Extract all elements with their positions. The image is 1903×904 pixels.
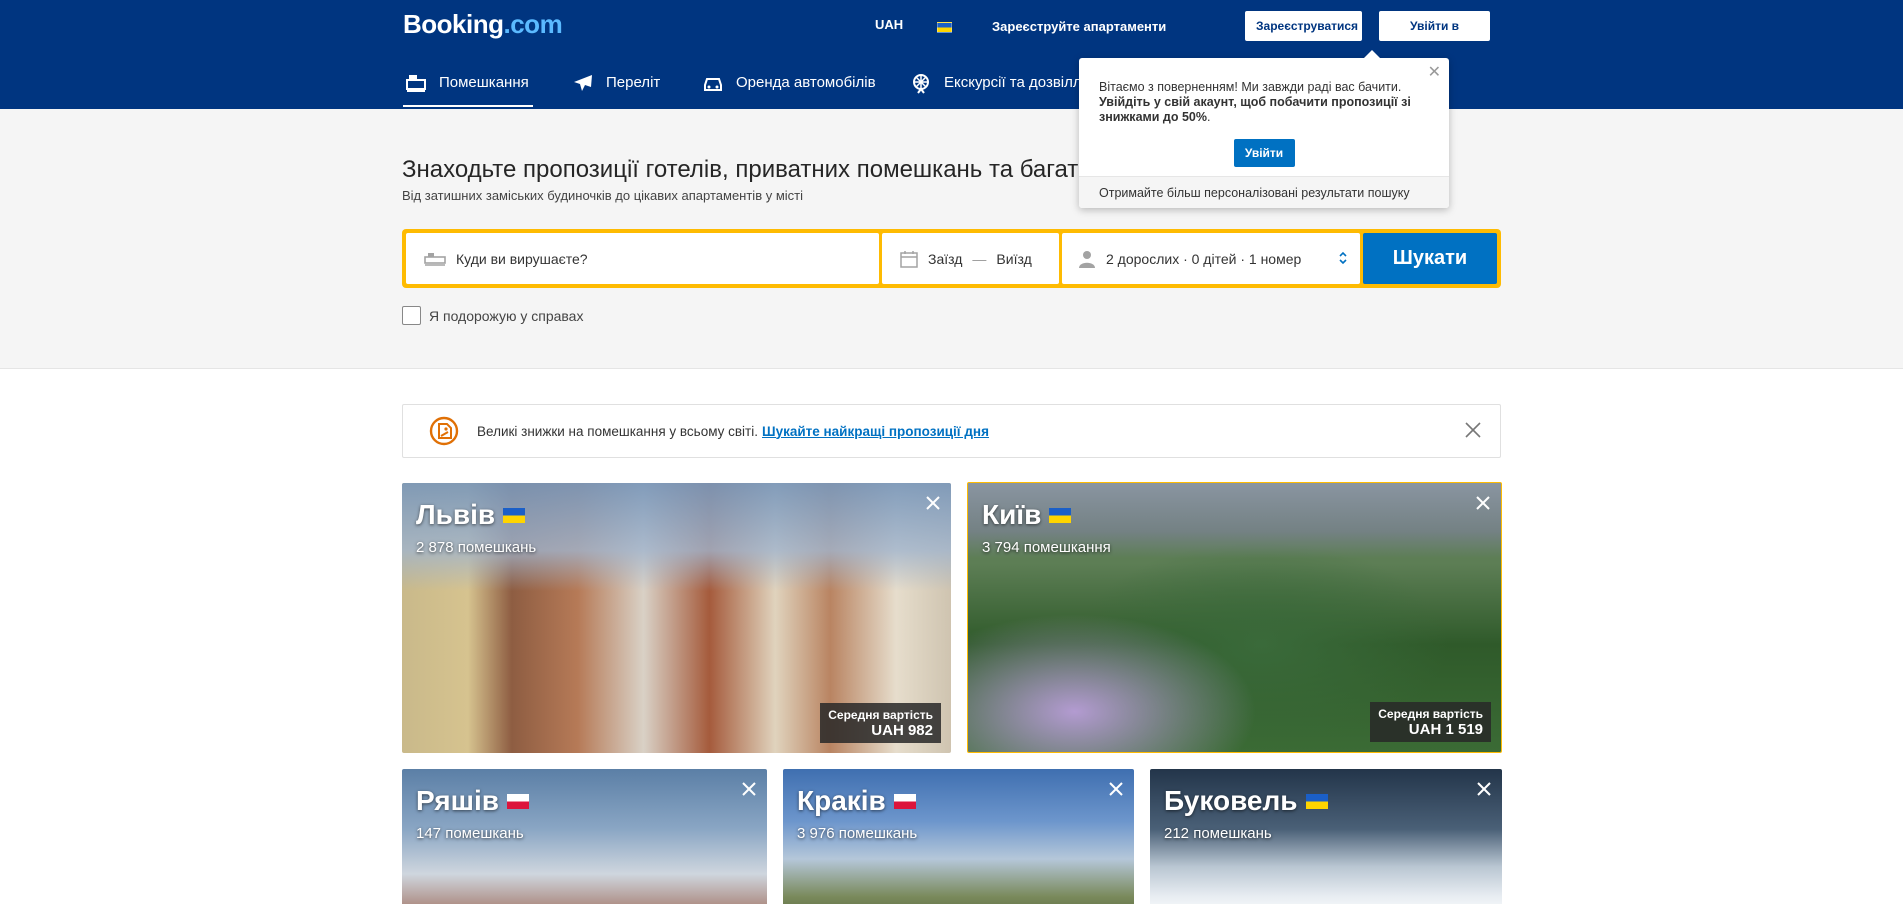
sign-in-popup: ✕ Вітаємо з поверненням! Ми завжди раді … [1079,50,1449,208]
property-count: 3 794 помешкання [982,539,1111,556]
destination-card-lviv[interactable]: Львів 2 878 помешкань Середня вартість U… [402,483,951,753]
average-price-label: Середня вартість [828,708,933,722]
currency-selector[interactable]: UAH [875,17,903,32]
tab-attractions[interactable]: Екскурсії та дозвілля [908,56,1090,109]
bed-icon [403,70,429,96]
login-button[interactable]: Увійти в акаунт [1379,11,1490,61]
guests-summary: 2 дорослих · 0 дітей · 1 номер [1106,250,1302,267]
header: Booking.com UAH Зареєструйте апартаменти… [0,0,1903,109]
average-price-value: UAH 1 519 [1408,721,1483,738]
plane-icon [570,70,596,96]
average-price-badge: Середня вартість UAH 1 519 [1370,702,1491,742]
search-bar: Куди ви вирушаєте? Заїзд — Виїзд 2 дорос… [402,229,1501,288]
bed-icon [424,251,446,267]
tab-car-rental[interactable]: Оренда автомобілів [700,56,876,109]
close-icon[interactable] [925,495,941,514]
card-title: Ряшів [416,785,529,817]
property-count: 212 помешкань [1164,825,1272,842]
calendar-icon [900,250,918,268]
destination-card-krakow[interactable]: Краків 3 976 помешкань [783,769,1134,904]
page-subtitle: Від затишних заміських будиночків до цік… [402,188,803,203]
deals-banner: Великі знижки на помешкання у всьому сві… [402,404,1501,458]
tab-stays-label: Помешкання [439,74,529,91]
property-count: 2 878 помешкань [416,539,537,556]
popup-greeting: Вітаємо з поверненням! Ми завжди раді ва… [1099,80,1402,94]
ukraine-flag-icon [1049,507,1072,523]
destination-card-bukovel[interactable]: Буковель 212 помешкань [1150,769,1502,904]
card-title: Київ [982,499,1072,531]
date-picker[interactable]: Заїзд — Виїзд [882,233,1059,284]
average-price-badge: Середня вартість UAH 982 [820,703,941,743]
business-trip-option[interactable]: Я подорожую у справах [402,306,583,325]
search-button[interactable]: Шукати [1363,233,1497,284]
list-property-link[interactable]: Зареєструйте апартаменти [992,19,1166,34]
popup-sign-in-button[interactable]: Увійти [1233,139,1295,167]
tab-stays[interactable]: Помешкання [403,56,533,109]
destination-input[interactable]: Куди ви вирушаєте? [406,233,879,284]
card-title: Краків [797,785,916,817]
car-icon [700,70,726,96]
business-trip-label: Я подорожую у справах [429,307,584,324]
ukraine-flag-icon [937,21,952,33]
average-price-value: UAH 982 [871,722,933,739]
checkin-label: Заїзд [928,250,963,267]
property-count: 147 помешкань [416,825,524,842]
card-title: Львів [416,499,526,531]
deal-text: Великі знижки на помешкання у всьому сві… [477,424,989,439]
destination-placeholder: Куди ви вирушаєте? [456,250,588,267]
language-selector[interactable] [937,18,952,34]
destination-card-kyiv[interactable]: Київ 3 794 помешкання Середня вартість U… [967,482,1502,753]
ferris-wheel-icon [908,70,934,96]
guests-selector[interactable]: 2 дорослих · 0 дітей · 1 номер [1062,233,1360,284]
tab-flights-label: Переліт [606,74,661,91]
close-icon[interactable]: ✕ [1428,62,1441,82]
ukraine-flag-icon [503,507,526,523]
business-trip-checkbox[interactable] [402,306,421,325]
deal-description: Великі знижки на помешкання у всьому сві… [477,423,758,439]
register-button[interactable]: Зареєструватися [1245,11,1362,41]
close-icon[interactable] [1108,781,1124,800]
close-icon[interactable] [1464,421,1482,442]
checkout-label: Виїзд [996,250,1032,267]
ukraine-flag-icon [1305,793,1328,809]
chevron-updown-icon [1338,251,1348,265]
card-title: Буковель [1164,785,1328,817]
popup-cta-tail: . [1206,110,1211,124]
close-icon[interactable] [1475,495,1491,514]
average-price-label: Середня вартість [1378,707,1483,721]
tab-flights[interactable]: Переліт [570,56,660,109]
property-count: 3 976 помешкань [797,825,918,842]
date-separator: — [972,250,987,267]
person-icon [1078,250,1096,268]
tab-car-rental-label: Оренда автомобілів [736,74,876,91]
poland-flag-icon [506,793,529,809]
tab-attractions-label: Екскурсії та дозвілля [944,74,1090,91]
discount-tag-icon [429,416,459,446]
destination-card-rzeszow[interactable]: Ряшів 147 помешкань [402,769,767,904]
poland-flag-icon [893,793,916,809]
close-icon[interactable] [741,781,757,800]
close-icon[interactable] [1476,781,1492,800]
booking-logo[interactable]: Booking.com [403,9,563,40]
popup-cta-text: Увійдіть у свій акаунт, щоб побачити про… [1099,95,1411,124]
page-title: Знаходьте пропозиції готелів, приватних … [402,156,1078,183]
main-nav: Помешкання Переліт Оренда автомобілів Ек… [0,56,1903,109]
popup-footer: Отримайте більш персоналізовані результа… [1079,176,1449,208]
search-hero: Знаходьте пропозиції готелів, приватних … [0,109,1903,369]
deal-link[interactable]: Шукайте найкращі пропозиції дня [762,424,989,439]
popup-message: Вітаємо з поверненням! Ми завжди раді ва… [1079,58,1449,125]
